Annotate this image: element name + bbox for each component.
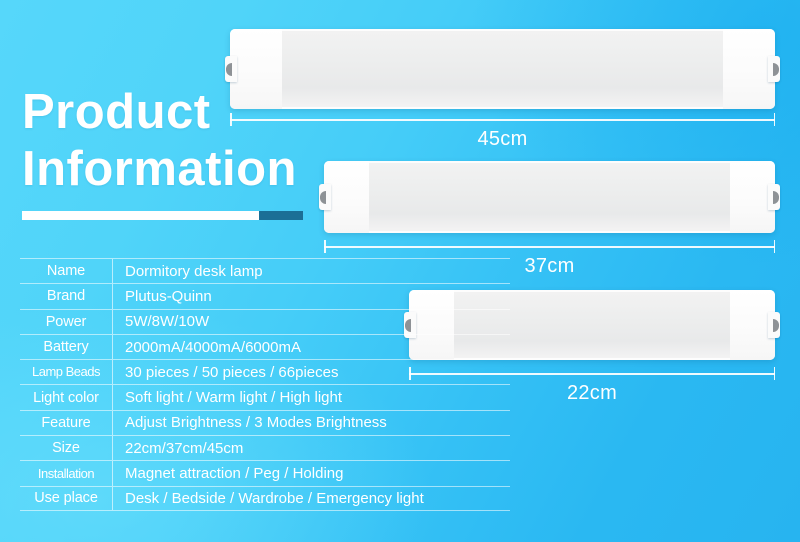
lamp-mount-tab-right [768,56,780,82]
dimension-tick-left [409,367,411,380]
table-row: Battery 2000mA/4000mA/6000mA [20,333,510,360]
spec-value: Plutus-Quinn [125,287,212,305]
spec-key: Feature [41,414,91,431]
table-row: Size 22cm/37cm/45cm [20,435,510,461]
lamp-diffuser-panel [282,31,723,107]
spec-key: Size [52,440,80,457]
table-row: Brand Plutus-Quinn [20,283,510,309]
dimension-tick-right [773,240,775,253]
spec-key: Battery [43,339,89,356]
lamp-diffuser-panel [369,163,730,231]
lamp-mount-tab-left [225,56,237,82]
spec-key: Power [45,313,87,330]
spec-key: Brand [46,288,86,305]
dimension-tick-left [324,240,326,253]
spec-value: 30 pieces / 50 pieces / 66pieces [125,363,339,381]
dimension-tick-right [773,113,775,126]
product-image-lamp-45cm [225,29,780,109]
product-image-lamp-37cm [319,161,780,233]
dimension-label: 37cm [524,255,575,277]
dimension-line [324,246,775,248]
dimension-indicator-37cm: 37cm [324,240,775,280]
accent-bar-dark-segment [259,211,303,220]
spec-key: Light color [33,389,99,406]
lamp-mount-tab-right [768,184,780,210]
accent-bar-light-segment [22,211,259,220]
spec-key: Use place [34,490,98,507]
product-information-graphic: Product Information Name Dormitory desk … [0,0,800,542]
table-row: Use place Desk / Bedside / Wardrobe / Em… [20,485,510,511]
spec-value: Adjust Brightness / 3 Modes Brightness [125,414,387,432]
spec-key: Name [46,263,86,280]
title-accent-bar [22,211,303,220]
dimension-line [230,119,775,121]
lamp-mount-tab-left [319,184,331,210]
spec-value: 22cm/37cm/45cm [125,439,244,457]
lamp-mount-tab-right [768,312,780,338]
dimension-line [409,373,775,375]
dimension-tick-right [773,367,775,380]
table-row: Installation Magnet attraction / Peg / H… [20,460,510,486]
table-row: Feature Adjust Brightness / 3 Modes Brig… [20,409,510,436]
spec-value: Magnet attraction / Peg / Holding [125,465,344,483]
dimension-label: 22cm [566,382,618,404]
spec-value: Soft light / Warm light / High light [125,389,343,407]
dimension-indicator-22cm: 22cm [409,367,775,407]
table-row: Power 5W/8W/10W [20,308,510,334]
spec-value: Dormitory desk lamp [125,262,263,280]
spec-value: 2000mA/4000mA/6000mA [125,338,301,356]
page-title-line-1: Product [22,85,211,139]
spec-key: Installation [37,465,95,481]
dimension-indicator-45cm: 45cm [230,113,775,153]
spec-value: 5W/8W/10W [125,313,210,331]
dimension-tick-left [230,113,232,126]
spec-value: Desk / Bedside / Wardrobe / Emergency li… [125,489,424,507]
spec-key: Lamp Beads [32,364,101,380]
dimension-label: 45cm [477,128,528,150]
